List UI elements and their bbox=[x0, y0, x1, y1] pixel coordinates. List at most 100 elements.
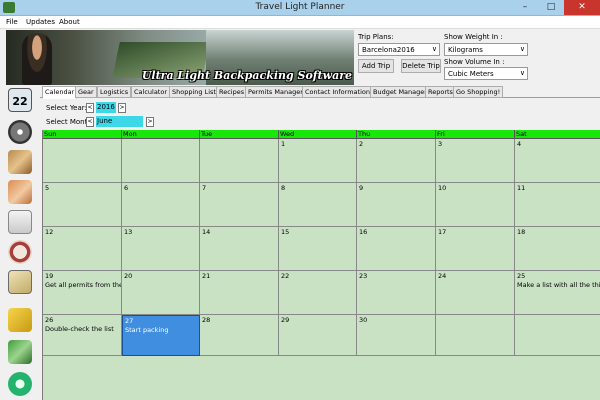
calendar-day-cell[interactable]: 4 bbox=[515, 139, 600, 183]
banner-logo-text: Ultra Light Backpacking Software bbox=[141, 69, 352, 82]
calendar-day-cell[interactable]: 16 bbox=[357, 227, 436, 271]
trip-plan-value: Barcelona2016 bbox=[362, 46, 415, 54]
day-number: 2 bbox=[359, 140, 364, 148]
calendar-day-cell[interactable]: 28 bbox=[200, 315, 279, 356]
calendar-day-cell[interactable]: 23 bbox=[357, 271, 436, 315]
add-trip-button[interactable]: Add Trip bbox=[358, 59, 394, 73]
day-number: 26 bbox=[45, 316, 54, 324]
tab-permits-manager[interactable]: Permits Manager bbox=[245, 86, 306, 98]
calendar-day-cell[interactable]: 3 bbox=[436, 139, 515, 183]
day-header-wed: Wed bbox=[279, 130, 357, 139]
calendar-day-cell[interactable]: 11 bbox=[515, 183, 600, 227]
day-number: 5 bbox=[45, 184, 50, 192]
calendar-day-cell[interactable] bbox=[436, 315, 515, 356]
calendar-day-cell[interactable]: 10 bbox=[436, 183, 515, 227]
calendar-day-cell[interactable]: 26 Double-check the list bbox=[43, 315, 122, 356]
weight-unit-select[interactable]: Kilograms ∨ bbox=[444, 43, 528, 56]
day-header-fri: Fri bbox=[436, 130, 515, 139]
calendar-day-cell[interactable]: 29 bbox=[279, 315, 357, 356]
tab-calendar[interactable]: Calendar bbox=[42, 86, 78, 99]
volume-unit-select[interactable]: Cubic Meters ∨ bbox=[444, 67, 528, 80]
trip-plan-select[interactable]: Barcelona2016 ∨ bbox=[358, 43, 440, 56]
calendar-day-cell[interactable]: 9 bbox=[357, 183, 436, 227]
maximize-button[interactable]: □ bbox=[538, 0, 564, 15]
calendar-day-cell[interactable]: 7 bbox=[200, 183, 279, 227]
calendar-day-cell[interactable]: 1 bbox=[279, 139, 357, 183]
day-number: 12 bbox=[45, 228, 54, 236]
day-number: 24 bbox=[438, 272, 447, 280]
reports-icon[interactable] bbox=[8, 372, 32, 396]
tab-calculator[interactable]: Calculator bbox=[131, 86, 171, 98]
calendar-day-cell[interactable]: 18 bbox=[515, 227, 600, 271]
menu-file[interactable]: File bbox=[6, 18, 18, 26]
tab-recipes[interactable]: Recipes bbox=[216, 86, 248, 98]
day-number bbox=[438, 316, 512, 325]
close-button[interactable]: ✕ bbox=[564, 0, 600, 15]
year-field[interactable]: 2016 bbox=[96, 102, 116, 113]
calendar-day-cell[interactable]: 5 bbox=[43, 183, 122, 227]
calendar-day-cell[interactable]: 14 bbox=[200, 227, 279, 271]
day-number: 16 bbox=[359, 228, 368, 236]
month-field[interactable]: June bbox=[96, 116, 143, 127]
tab-logistics[interactable]: Logistics bbox=[97, 86, 132, 98]
calendar-day-cell[interactable] bbox=[122, 139, 200, 183]
day-note: Get all permits from the ve bbox=[45, 281, 122, 289]
chevron-down-icon: ∨ bbox=[431, 45, 437, 53]
recipe-icon[interactable] bbox=[8, 240, 32, 264]
minimize-button[interactable]: – bbox=[512, 0, 538, 15]
day-number bbox=[202, 140, 276, 149]
budget-icon[interactable] bbox=[8, 340, 32, 364]
permit-icon[interactable] bbox=[8, 270, 32, 294]
calendar-icon[interactable]: 22 bbox=[8, 88, 32, 112]
calendar-day-cell[interactable] bbox=[200, 139, 279, 183]
delete-trip-button[interactable]: Delete Trip bbox=[401, 59, 441, 73]
calendar-day-cell[interactable]: 25 Make a list with all the thi bbox=[515, 271, 600, 315]
calendar-day-cell[interactable]: 13 bbox=[122, 227, 200, 271]
tab-shopping-list[interactable]: Shopping List bbox=[169, 86, 219, 98]
calendar-day-cell[interactable]: 30 bbox=[357, 315, 436, 356]
map-icon[interactable] bbox=[8, 150, 32, 174]
menu-about[interactable]: About bbox=[59, 18, 80, 26]
tab-contact-information[interactable]: Contact Information bbox=[302, 86, 373, 98]
calendar-day-cell[interactable]: 19Get all permits from the ve bbox=[43, 271, 122, 315]
day-header-thu: Thu bbox=[357, 130, 436, 139]
tab-gear[interactable]: Gear bbox=[75, 86, 97, 98]
day-number: 7 bbox=[202, 184, 207, 192]
shopping-cart-icon[interactable] bbox=[8, 210, 32, 234]
month-next-button[interactable]: > bbox=[146, 117, 154, 127]
volume-unit-value: Cubic Meters bbox=[448, 70, 494, 78]
day-header-tue: Tue bbox=[200, 130, 279, 139]
calendar-day-cell[interactable]: 17 bbox=[436, 227, 515, 271]
menu-updates[interactable]: Updates bbox=[26, 18, 55, 26]
day-number bbox=[45, 140, 119, 149]
year-prev-button[interactable]: < bbox=[86, 103, 94, 113]
tab-reports[interactable]: Reports bbox=[425, 86, 456, 98]
calendar-day-cell[interactable]: 27 Start packing bbox=[122, 315, 200, 356]
year-next-button[interactable]: > bbox=[118, 103, 126, 113]
calculator-icon[interactable] bbox=[8, 180, 32, 204]
calendar-day-cell[interactable]: 24 bbox=[436, 271, 515, 315]
calendar-day-cell[interactable] bbox=[515, 315, 600, 356]
calendar-day-cell[interactable]: 20 bbox=[122, 271, 200, 315]
contacts-icon[interactable] bbox=[8, 308, 32, 332]
calendar-day-cell[interactable]: 12 bbox=[43, 227, 122, 271]
calendar-day-cell[interactable]: 6 bbox=[122, 183, 200, 227]
day-number: 27 bbox=[125, 317, 134, 325]
tab-budget-manager[interactable]: Budget Manager bbox=[370, 86, 430, 98]
day-number bbox=[517, 316, 600, 325]
calendar-day-cell[interactable]: 22 bbox=[279, 271, 357, 315]
calendar-day-cell[interactable] bbox=[43, 139, 122, 183]
day-number: 10 bbox=[438, 184, 447, 192]
day-number: 4 bbox=[517, 140, 522, 148]
day-header-sun: Sun bbox=[43, 130, 122, 139]
day-number: 6 bbox=[124, 184, 129, 192]
tab-go-shopping[interactable]: Go Shopping! bbox=[453, 86, 504, 98]
day-number: 11 bbox=[517, 184, 526, 192]
gear-icon[interactable] bbox=[8, 120, 32, 144]
month-prev-button[interactable]: < bbox=[86, 117, 94, 127]
calendar-day-cell[interactable]: 2 bbox=[357, 139, 436, 183]
calendar-grid: Sun Mon Tue Wed Thu Fri Sat 1 2 3 4 5 6 7 8 9 10 11 12 13 14… bbox=[42, 130, 600, 400]
calendar-day-cell[interactable]: 8 bbox=[279, 183, 357, 227]
calendar-day-cell[interactable]: 15 bbox=[279, 227, 357, 271]
calendar-day-cell[interactable]: 21 bbox=[200, 271, 279, 315]
